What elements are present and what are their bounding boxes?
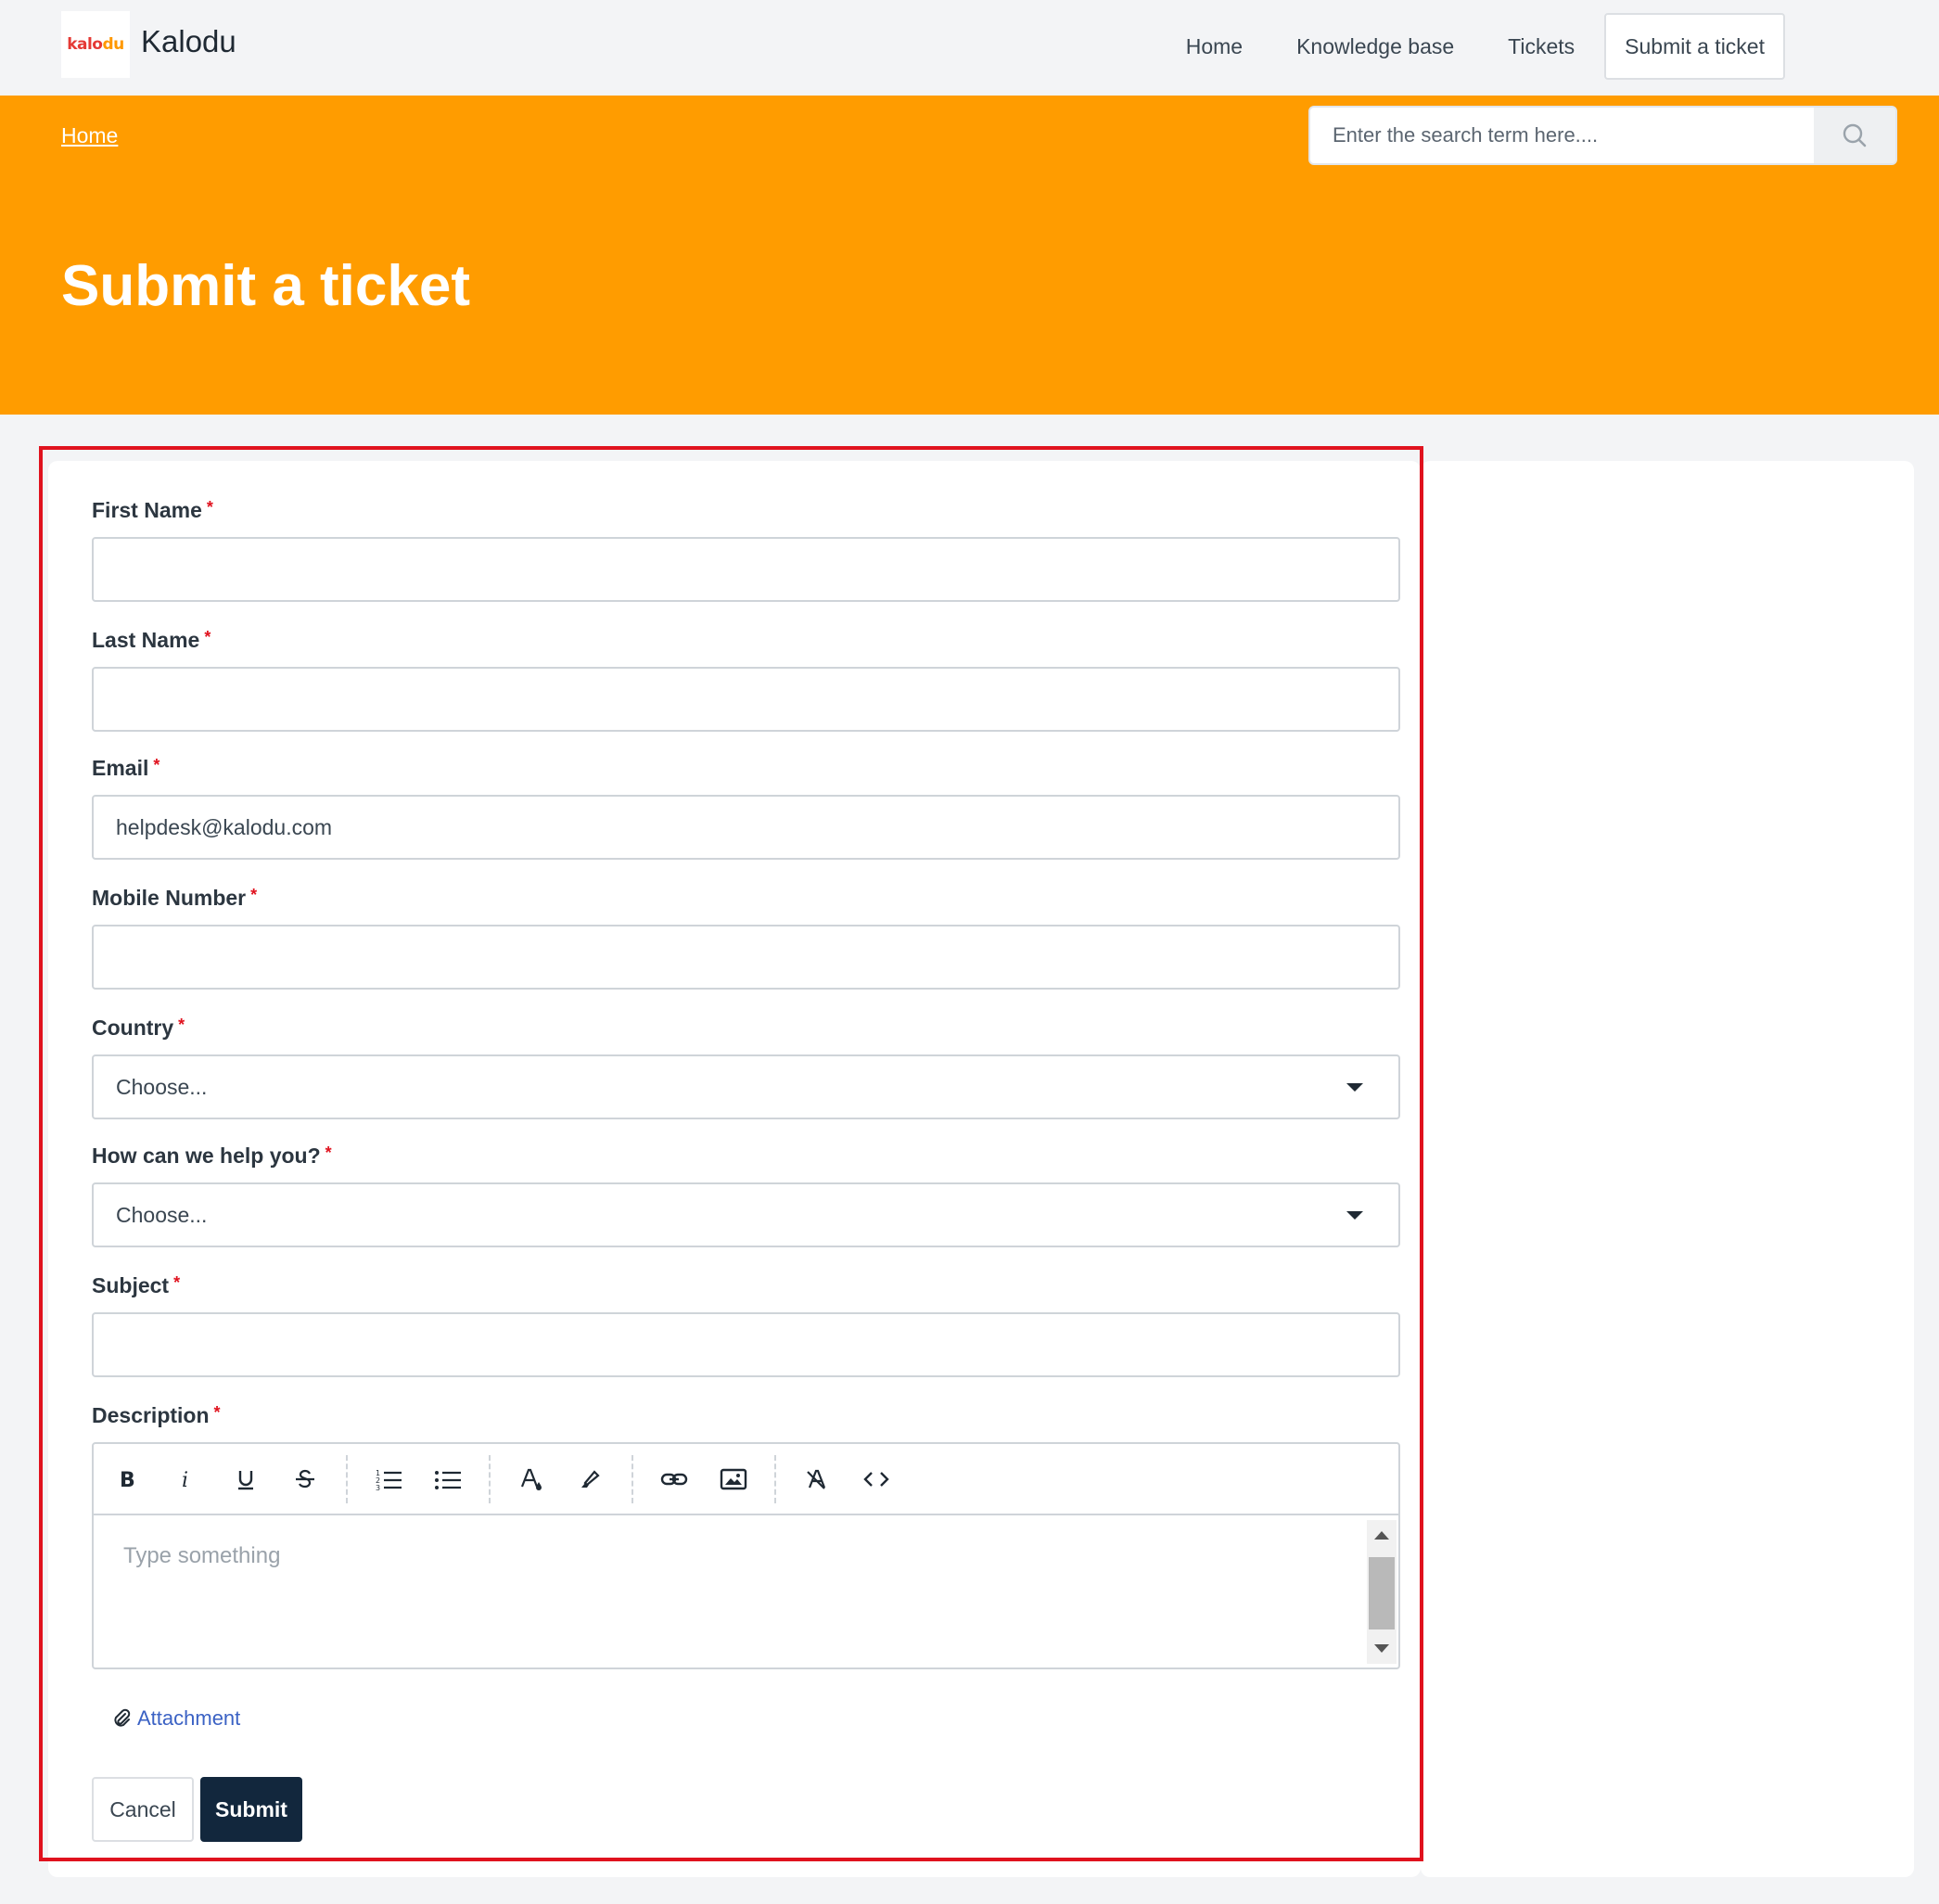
toolbar-divider bbox=[631, 1454, 633, 1503]
help-topic-selected-value: Choose... bbox=[116, 1202, 208, 1227]
top-header: kalodu Kalodu Home Knowledge base Ticket… bbox=[0, 0, 1939, 96]
code-icon[interactable] bbox=[854, 1457, 899, 1501]
required-marker: * bbox=[204, 628, 211, 646]
mobile-label: Mobile Number bbox=[92, 886, 247, 910]
logo-text-accent: du bbox=[102, 35, 125, 54]
editor-scrollbar[interactable] bbox=[1367, 1520, 1397, 1664]
chevron-down-icon bbox=[1346, 1082, 1363, 1092]
attachment-link[interactable]: Attachment bbox=[111, 1706, 240, 1731]
required-marker: * bbox=[206, 498, 213, 517]
subject-input[interactable] bbox=[92, 1312, 1400, 1377]
strikethrough-icon[interactable] bbox=[283, 1457, 327, 1501]
description-group: Description * B i 123 Type something bbox=[92, 1403, 1400, 1669]
first-name-label: First Name bbox=[92, 498, 202, 522]
email-input[interactable]: helpdesk@kalodu.com bbox=[92, 795, 1400, 860]
country-group: Country * Choose... bbox=[92, 1016, 1400, 1119]
page-hero: Home Submit a ticket bbox=[0, 96, 1939, 415]
scroll-thumb[interactable] bbox=[1369, 1557, 1395, 1629]
required-marker: * bbox=[173, 1273, 181, 1292]
required-marker: * bbox=[213, 1403, 221, 1422]
help-topic-group: How can we help you? * Choose... bbox=[92, 1144, 1400, 1247]
highlight-icon[interactable] bbox=[568, 1457, 613, 1501]
submit-button[interactable]: Submit bbox=[200, 1777, 302, 1842]
search-button[interactable] bbox=[1814, 108, 1895, 163]
scroll-up-icon[interactable] bbox=[1374, 1531, 1389, 1540]
nav-home[interactable]: Home bbox=[1186, 34, 1243, 59]
required-marker: * bbox=[153, 756, 160, 774]
description-editor: B i 123 Type something bbox=[92, 1442, 1400, 1669]
nav-tickets[interactable]: Tickets bbox=[1508, 34, 1575, 59]
required-marker: * bbox=[178, 1016, 185, 1034]
subject-group: Subject * bbox=[92, 1273, 1400, 1377]
description-label: Description bbox=[92, 1403, 210, 1427]
main-nav: Home Knowledge base Tickets Submit a tic… bbox=[1132, 13, 1785, 80]
last-name-group: Last Name * bbox=[92, 628, 1400, 732]
bullet-list-icon[interactable] bbox=[426, 1457, 470, 1501]
italic-icon[interactable]: i bbox=[164, 1457, 209, 1501]
image-icon[interactable] bbox=[711, 1457, 756, 1501]
clear-format-icon[interactable] bbox=[795, 1457, 839, 1501]
attachment-label: Attachment bbox=[137, 1706, 241, 1730]
cancel-button[interactable]: Cancel bbox=[92, 1777, 194, 1842]
help-topic-select[interactable]: Choose... bbox=[92, 1182, 1400, 1247]
last-name-label: Last Name bbox=[92, 628, 200, 652]
toolbar-divider bbox=[774, 1454, 776, 1503]
nav-submit-ticket[interactable]: Submit a ticket bbox=[1604, 13, 1785, 80]
svg-text:B: B bbox=[120, 1469, 135, 1491]
ordered-list-icon[interactable]: 123 bbox=[366, 1457, 411, 1501]
bold-icon[interactable]: B bbox=[105, 1457, 149, 1501]
mobile-group: Mobile Number * bbox=[92, 886, 1400, 990]
text-color-icon[interactable] bbox=[509, 1457, 554, 1501]
search-input[interactable] bbox=[1310, 108, 1814, 163]
brand-logo[interactable]: kalodu bbox=[61, 11, 130, 78]
nav-knowledge-base[interactable]: Knowledge base bbox=[1296, 34, 1454, 59]
logo-text-main: kalo bbox=[67, 35, 103, 54]
breadcrumb-home[interactable]: Home bbox=[61, 123, 118, 148]
first-name-group: First Name * bbox=[92, 498, 1400, 602]
country-select[interactable]: Choose... bbox=[92, 1054, 1400, 1119]
svg-text:3: 3 bbox=[376, 1484, 380, 1491]
editor-toolbar: B i 123 bbox=[94, 1444, 1398, 1515]
sidebar-card bbox=[1421, 461, 1914, 1877]
description-textarea[interactable]: Type something bbox=[94, 1517, 1365, 1668]
first-name-input[interactable] bbox=[92, 537, 1400, 602]
toolbar-divider bbox=[346, 1454, 348, 1503]
email-group: Email * helpdesk@kalodu.com bbox=[92, 756, 1400, 860]
help-topic-label: How can we help you? bbox=[92, 1144, 321, 1168]
search-icon bbox=[1843, 123, 1867, 147]
svg-text:i: i bbox=[182, 1469, 188, 1491]
last-name-input[interactable] bbox=[92, 667, 1400, 732]
search-box bbox=[1308, 106, 1897, 165]
country-label: Country bbox=[92, 1016, 174, 1040]
chevron-down-icon bbox=[1346, 1210, 1363, 1220]
toolbar-divider bbox=[489, 1454, 491, 1503]
underline-icon[interactable] bbox=[223, 1457, 268, 1501]
page-title: Submit a ticket bbox=[61, 254, 470, 318]
country-selected-value: Choose... bbox=[116, 1074, 208, 1099]
paperclip-icon bbox=[114, 1708, 131, 1727]
link-icon[interactable] bbox=[652, 1457, 696, 1501]
scroll-down-icon[interactable] bbox=[1374, 1644, 1389, 1653]
required-marker: * bbox=[250, 886, 258, 904]
subject-label: Subject bbox=[92, 1273, 170, 1297]
brand-name[interactable]: Kalodu bbox=[141, 24, 236, 59]
required-marker: * bbox=[325, 1144, 332, 1162]
mobile-input[interactable] bbox=[92, 925, 1400, 990]
email-label: Email bbox=[92, 756, 149, 780]
